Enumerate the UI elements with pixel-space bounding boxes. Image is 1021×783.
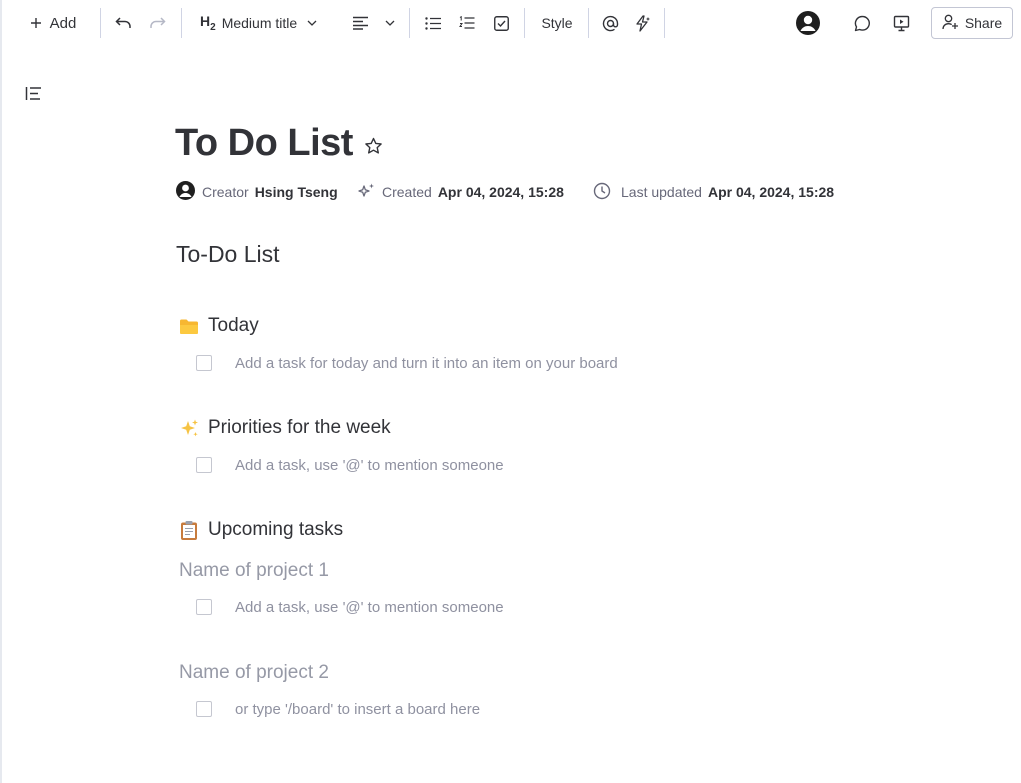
toolbar-divider — [100, 8, 101, 38]
heading-level-icon: H2 — [200, 13, 216, 33]
document-heading[interactable]: To-Do List — [176, 241, 280, 268]
updated-value: Apr 04, 2024, 15:28 — [707, 184, 835, 200]
share-button[interactable]: Share — [931, 7, 1013, 39]
left-edge-border — [0, 0, 2, 783]
redo-button[interactable] — [146, 0, 168, 46]
created-meta: Created Apr 04, 2024, 15:28 — [358, 181, 564, 203]
task-item: or type '/board' to insert a board here — [196, 699, 480, 719]
block-type-dropdown[interactable]: H2 Medium title — [200, 0, 336, 46]
task-placeholder[interactable]: Add a task, use '@' to mention someone — [235, 599, 504, 616]
task-item: Add a task, use '@' to mention someone — [196, 597, 504, 617]
align-dropdown-button[interactable] — [382, 0, 398, 46]
clipboard-icon — [178, 519, 200, 541]
task-checkbox[interactable] — [196, 355, 212, 371]
section-title: Upcoming tasks — [208, 519, 344, 540]
outline-icon — [25, 87, 42, 105]
plus-icon — [30, 17, 42, 29]
chevron-down-icon — [307, 20, 317, 26]
add-button[interactable]: Add — [22, 0, 84, 46]
checkbox-icon — [493, 15, 509, 31]
toolbar-divider — [409, 8, 410, 38]
toolbar-divider — [664, 8, 665, 38]
align-button[interactable] — [350, 0, 370, 46]
table-of-contents-button[interactable] — [25, 86, 42, 106]
favorite-button[interactable] — [364, 137, 383, 160]
lightning-sparkle-icon — [634, 14, 652, 32]
doc-title[interactable]: To Do List — [175, 122, 353, 165]
numbered-list-button[interactable] — [457, 0, 477, 46]
updated-meta: Last updated Apr 04, 2024, 15:28 — [593, 181, 834, 203]
mention-button[interactable] — [600, 0, 620, 46]
user-avatar[interactable] — [794, 0, 822, 46]
created-value: Apr 04, 2024, 15:28 — [437, 184, 564, 200]
user-avatar-icon — [175, 180, 196, 204]
section-heading-priorities[interactable]: Priorities for the week — [178, 417, 391, 439]
project-heading-2[interactable]: Name of project 2 — [179, 662, 329, 684]
sparkle-icon — [358, 182, 376, 203]
folder-icon — [178, 315, 200, 337]
share-button-label: Share — [964, 15, 1003, 31]
block-type-label: Medium title — [221, 15, 298, 31]
toolbar-divider — [181, 8, 182, 38]
task-checkbox[interactable] — [196, 457, 212, 473]
redo-icon — [149, 16, 166, 30]
chevron-down-icon — [385, 20, 395, 26]
undo-icon — [114, 16, 132, 30]
add-user-icon — [942, 14, 959, 33]
bullet-list-button[interactable] — [423, 0, 443, 46]
section-heading-today[interactable]: Today — [178, 315, 259, 337]
checklist-button[interactable] — [491, 0, 511, 46]
creator-meta: Creator Hsing Tseng — [175, 181, 338, 203]
task-checkbox[interactable] — [196, 701, 212, 717]
bullet-list-icon — [425, 16, 441, 30]
section-title: Priorities for the week — [208, 417, 391, 438]
chat-bubble-icon — [854, 15, 871, 32]
sparkles-icon — [178, 417, 200, 439]
numbered-list-icon — [459, 16, 475, 30]
comments-button[interactable] — [851, 0, 873, 46]
section-heading-upcoming[interactable]: Upcoming tasks — [178, 519, 343, 541]
creator-label: Creator — [202, 184, 249, 200]
task-placeholder[interactable]: or type '/board' to insert a board here — [235, 701, 480, 718]
clock-icon — [593, 182, 611, 203]
task-item: Add a task for today and turn it into an… — [196, 353, 618, 373]
present-button[interactable] — [890, 0, 912, 46]
toolbar-divider — [588, 8, 589, 38]
task-placeholder[interactable]: Add a task for today and turn it into an… — [235, 355, 618, 372]
style-button[interactable]: Style — [537, 0, 577, 46]
align-left-icon — [352, 16, 369, 30]
presentation-icon — [893, 15, 910, 32]
task-placeholder[interactable]: Add a task, use '@' to mention someone — [235, 457, 504, 474]
user-avatar-icon — [795, 10, 821, 36]
section-title: Today — [208, 315, 259, 336]
add-button-label: Add — [49, 14, 77, 32]
task-item: Add a task, use '@' to mention someone — [196, 455, 504, 475]
project-heading-1[interactable]: Name of project 1 — [179, 560, 329, 582]
created-label: Created — [382, 184, 432, 200]
toolbar-divider — [524, 8, 525, 38]
at-sign-icon — [602, 15, 619, 32]
updated-label: Last updated — [621, 184, 702, 200]
undo-button[interactable] — [112, 0, 134, 46]
task-checkbox[interactable] — [196, 599, 212, 615]
ai-assistant-button[interactable] — [632, 0, 654, 46]
star-icon — [364, 137, 383, 159]
creator-name[interactable]: Hsing Tseng — [255, 184, 338, 200]
editor-toolbar: Add H2 Medium title Style Share — [0, 0, 1021, 46]
